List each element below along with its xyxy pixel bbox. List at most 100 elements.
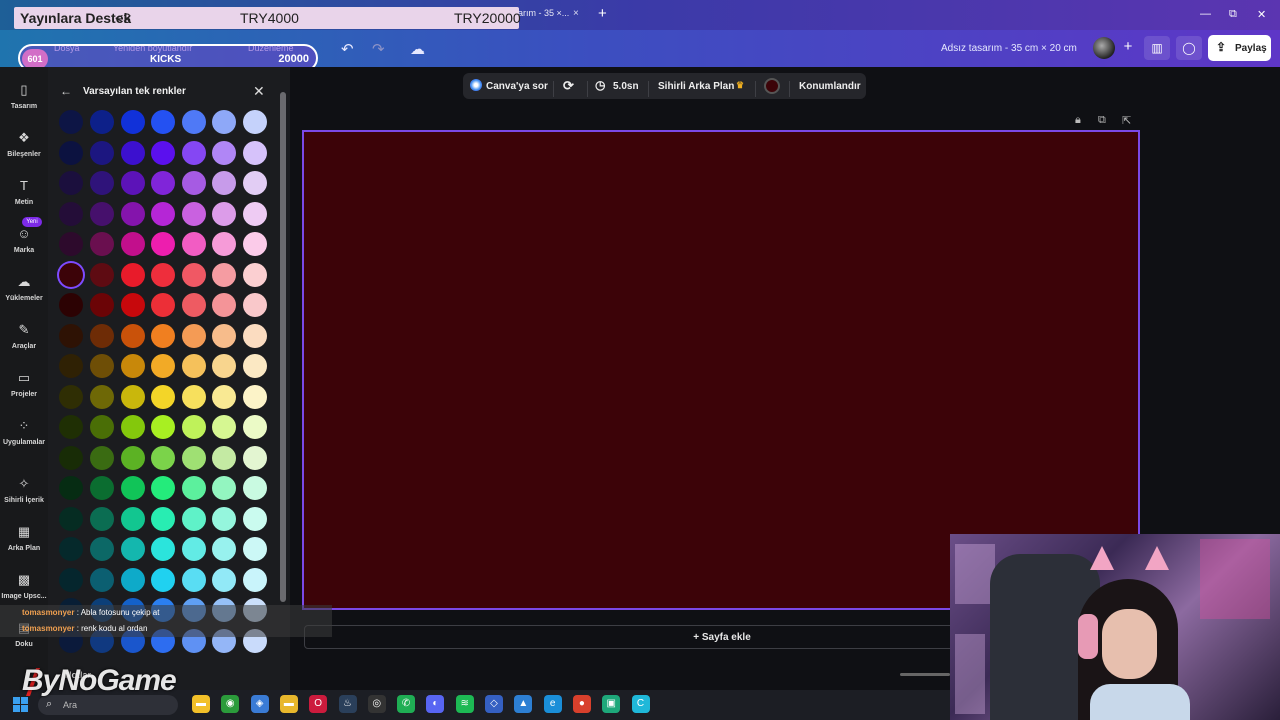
color-swatch[interactable] (90, 384, 114, 409)
color-swatch[interactable] (90, 506, 114, 531)
color-swatch[interactable] (151, 384, 175, 409)
color-swatch[interactable] (182, 384, 206, 409)
color-swatch[interactable] (182, 201, 206, 226)
color-swatch[interactable] (151, 232, 175, 256)
color-swatch[interactable] (182, 537, 206, 561)
color-swatch[interactable] (151, 415, 175, 439)
color-swatch[interactable] (90, 476, 114, 500)
color-swatch[interactable] (182, 476, 206, 500)
color-swatch[interactable] (151, 201, 175, 226)
color-swatch[interactable] (212, 537, 236, 561)
color-swatch[interactable] (212, 384, 236, 409)
color-swatch[interactable] (243, 110, 267, 134)
file-explorer-icon[interactable]: ▬ (192, 695, 210, 713)
color-swatch[interactable] (212, 110, 236, 134)
color-swatch[interactable] (121, 262, 145, 287)
color-swatch[interactable] (182, 567, 206, 592)
taskbar-search[interactable]: ⌕ Ara (38, 695, 178, 715)
sidebar-item[interactable]: ✧ Sihirli İçerik (0, 476, 48, 504)
sidebar-item[interactable]: ▩ Image Upsc... (0, 572, 48, 600)
color-swatch[interactable] (151, 506, 175, 531)
canva-icon[interactable]: C (631, 695, 650, 713)
color-swatch[interactable] (151, 567, 175, 592)
color-swatch[interactable] (243, 537, 267, 561)
color-swatch[interactable] (90, 140, 114, 165)
color-swatch[interactable] (243, 506, 267, 531)
color-swatch[interactable] (212, 201, 236, 226)
color-swatch[interactable] (212, 171, 236, 195)
color-swatch[interactable] (182, 140, 206, 165)
color-swatch[interactable] (121, 354, 145, 378)
color-swatch[interactable] (212, 415, 236, 439)
app3-icon[interactable]: ▣ (602, 695, 621, 713)
color-swatch[interactable] (151, 140, 175, 165)
sidebar-item[interactable]: ✎ Araçlar (0, 322, 48, 350)
color-swatch[interactable] (151, 354, 175, 378)
color-swatch[interactable] (212, 232, 236, 256)
color-swatch[interactable] (59, 476, 83, 500)
color-swatch[interactable] (212, 476, 236, 500)
color-swatch[interactable] (182, 354, 206, 378)
minimize-button[interactable]: — (1200, 8, 1211, 20)
color-swatch[interactable] (151, 171, 175, 195)
back-arrow-icon[interactable]: ← (60, 84, 72, 98)
obs-icon[interactable]: ◎ (367, 695, 386, 713)
opera-icon[interactable]: O (309, 695, 328, 713)
insights-button[interactable]: ▥ (1144, 36, 1170, 60)
color-swatch[interactable] (121, 293, 145, 317)
color-swatch[interactable] (212, 506, 236, 531)
sidebar-item[interactable]: ☺ Marka (0, 226, 48, 254)
color-swatch[interactable] (59, 140, 83, 165)
color-swatch[interactable] (121, 110, 145, 134)
color-swatch[interactable] (151, 293, 175, 317)
color-swatch[interactable] (59, 110, 83, 134)
edge-icon[interactable]: e (543, 695, 562, 713)
restore-button[interactable]: ⧉ (1229, 8, 1237, 21)
color-swatch[interactable] (243, 415, 267, 439)
sidebar-item[interactable]: ❖ Bileşenler (0, 130, 48, 158)
color-swatch[interactable] (243, 354, 267, 378)
color-swatch[interactable] (59, 415, 83, 439)
color-swatch[interactable] (121, 476, 145, 500)
color-swatch[interactable] (151, 445, 175, 470)
color-swatch[interactable] (90, 293, 114, 317)
spotify-icon[interactable]: ≋ (455, 695, 474, 713)
steam-icon[interactable]: ♨ (338, 695, 357, 713)
color-swatch[interactable] (59, 171, 83, 195)
color-swatch[interactable] (90, 110, 114, 134)
color-swatch[interactable] (212, 567, 236, 592)
color-swatch[interactable] (59, 293, 83, 317)
discord-icon[interactable]: ◐ (426, 695, 445, 713)
folder-icon[interactable]: ▬ (279, 695, 298, 713)
color-swatch[interactable] (243, 567, 267, 592)
color-swatch[interactable] (243, 445, 267, 470)
add-page-icon[interactable]: ⇱ (1122, 114, 1131, 127)
sidebar-item[interactable]: ▭ Projeler (0, 370, 48, 398)
color-swatch[interactable] (90, 354, 114, 378)
color-swatch[interactable] (90, 537, 114, 561)
color-swatch[interactable] (121, 415, 145, 439)
color-swatch[interactable] (182, 506, 206, 531)
color-swatch[interactable] (90, 567, 114, 592)
color-swatch[interactable] (59, 232, 83, 256)
color-swatch[interactable] (212, 262, 236, 287)
color-swatch[interactable] (59, 262, 83, 287)
color-swatch[interactable] (90, 262, 114, 287)
color-swatch[interactable] (121, 567, 145, 592)
photos-icon[interactable]: ▲ (514, 695, 533, 713)
color-swatch[interactable] (121, 537, 145, 561)
color-swatch[interactable] (182, 415, 206, 439)
magic-background-button[interactable]: Sihirli Arka Plan (658, 81, 734, 92)
color-swatch[interactable] (121, 384, 145, 409)
color-swatch[interactable] (151, 537, 175, 561)
color-swatch[interactable] (121, 232, 145, 256)
duplicate-page-icon[interactable]: ⧉ (1098, 114, 1106, 127)
zoom-slider[interactable] (900, 673, 950, 676)
sidebar-item[interactable]: ⁘ Uygulamalar (0, 418, 48, 446)
color-swatch[interactable] (243, 476, 267, 500)
color-swatch[interactable] (243, 140, 267, 165)
windows-start-icon[interactable] (13, 697, 29, 713)
color-swatch[interactable] (212, 354, 236, 378)
color-swatch[interactable] (182, 323, 206, 348)
color-swatch[interactable] (90, 171, 114, 195)
